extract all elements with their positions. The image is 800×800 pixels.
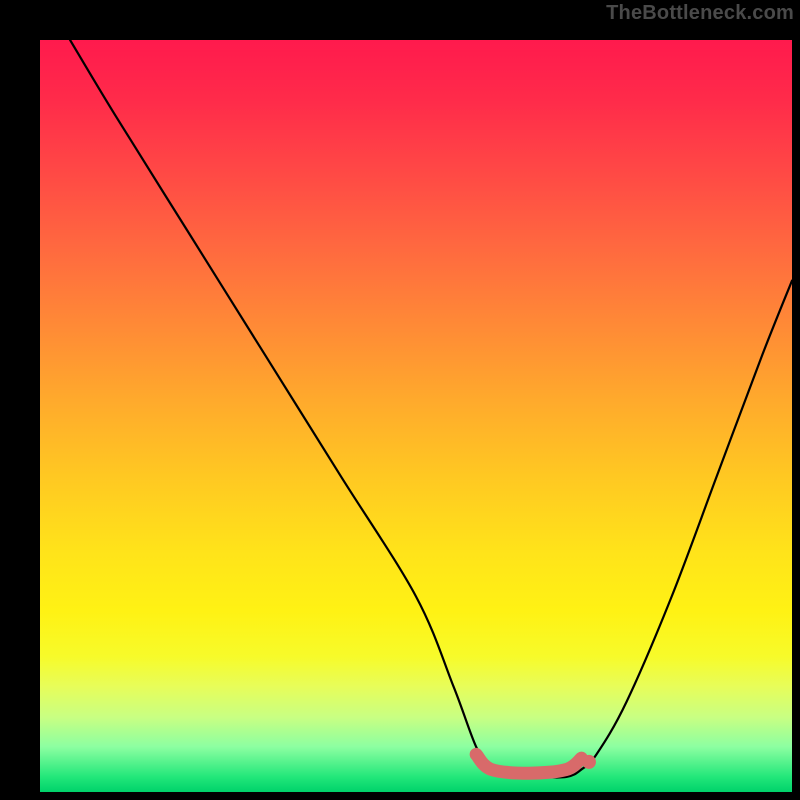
- plot-area: [40, 40, 792, 792]
- bottleneck-curve: [40, 40, 792, 792]
- curve-path: [70, 40, 792, 778]
- flat-region-highlight: [476, 754, 581, 773]
- marker-dot: [582, 755, 596, 769]
- chart-frame: [16, 16, 784, 784]
- watermark-text: TheBottleneck.com: [606, 2, 794, 25]
